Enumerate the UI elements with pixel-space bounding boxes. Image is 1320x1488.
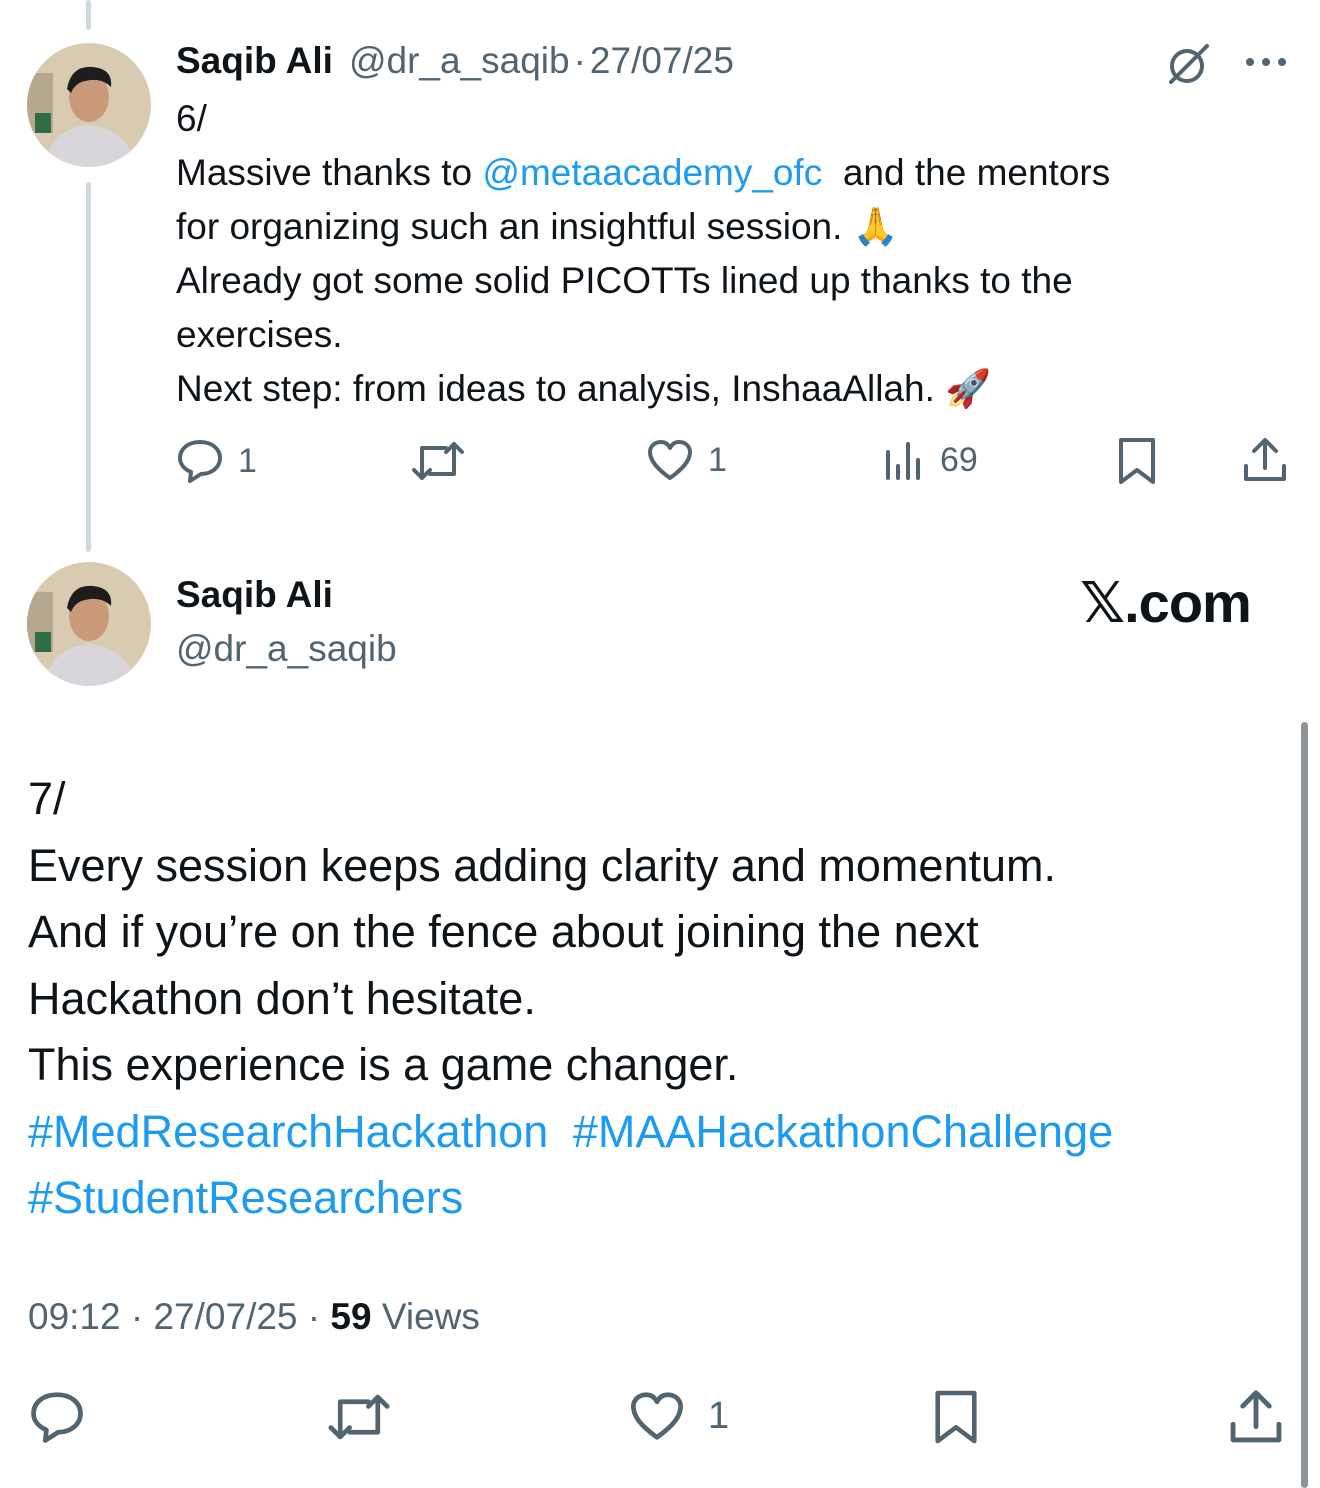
like-count: 1 <box>708 1394 730 1437</box>
reply-count: 1 <box>238 441 257 480</box>
thread-line-connector <box>86 182 91 552</box>
tweet1-separator: · <box>573 40 586 81</box>
bookmark-icon <box>935 1390 977 1444</box>
grok-icon[interactable] <box>1165 42 1213 91</box>
like-icon <box>648 440 692 480</box>
hashtag-line: #MedResearchHackathon #MAAHackathonChall… <box>28 1099 1288 1166</box>
reply-icon <box>178 440 222 483</box>
tweet2-text: 7/ Every session keeps adding clarity an… <box>28 766 1288 1232</box>
meta-separator: · <box>307 1296 321 1337</box>
tweet2-text-line: And if you’re on the fence about joining… <box>28 906 979 957</box>
tweet1-avatar[interactable] <box>27 43 151 167</box>
mention-link[interactable]: @metaacademy_ofc <box>482 152 822 193</box>
bookmark-icon <box>1119 438 1155 484</box>
meta-separator: · <box>130 1296 144 1337</box>
share-icon <box>1244 438 1286 481</box>
hashtag-link[interactable]: #MedResearchHackathon <box>28 1106 548 1157</box>
retweet-icon <box>412 442 464 480</box>
tweet1-text-line: Already got some solid PICOTTs lined up … <box>176 260 1073 301</box>
views-icon <box>886 442 920 480</box>
tweet1-text-line: for organizing such an insightful sessio… <box>176 206 899 247</box>
tweet2-text-line: Hackathon don’t hesitate. <box>28 972 536 1024</box>
tweet1-reply-button[interactable]: 1 <box>176 438 257 484</box>
tweet2-retweet-button[interactable] <box>326 1390 392 1444</box>
tweet2-like-button[interactable]: 1 <box>628 1390 729 1442</box>
thread-line-top <box>86 0 91 30</box>
tweet2-share-button[interactable] <box>1228 1388 1284 1446</box>
tweet1-text-segment: and the mentors <box>822 152 1111 193</box>
tweet1-text-line: Massive thanks to @metaacademy_ofc and t… <box>176 146 1286 200</box>
tweet1-date[interactable]: 27/07/25 <box>590 40 734 82</box>
tweet2-text-line: Every session keeps adding clarity and m… <box>28 839 1056 891</box>
x-com-logo: 𝕏.com <box>1080 571 1252 634</box>
tweet2-views-count: 59 <box>330 1296 372 1337</box>
tweet1-text-segment: Massive thanks to <box>176 152 483 193</box>
tweet1-text: 6/ Massive thanks to @metaacademy_ofc an… <box>176 92 1286 416</box>
like-icon <box>631 1392 683 1440</box>
tweet2-date[interactable]: 27/07/25 <box>153 1296 297 1337</box>
tweet2-bookmark-button[interactable] <box>932 1388 980 1446</box>
views-count: 69 <box>940 440 978 479</box>
tweet1-handle[interactable]: @dr_a_saqib <box>349 40 570 82</box>
retweet-icon <box>328 1394 390 1440</box>
tweet1-like-button[interactable]: 1 <box>646 438 727 482</box>
share-icon <box>1230 1390 1282 1443</box>
tweet2-author-name[interactable]: Saqib Ali <box>176 574 333 616</box>
tweet1-text-line: Next step: from ideas to analysis, Insha… <box>176 368 992 409</box>
tweet2-reply-button[interactable] <box>28 1390 86 1444</box>
avatar-photo <box>27 43 151 167</box>
tweet1-views-button[interactable]: 69 <box>882 438 978 482</box>
tweet2-text-line: This experience is a game changer. <box>28 1039 739 1090</box>
tweet2-text-line: 7/ <box>28 773 66 824</box>
hashtag-link[interactable]: #MAAHackathonChallenge <box>573 1106 1113 1157</box>
hashtag-link[interactable]: #StudentResearchers <box>28 1172 463 1223</box>
tweet2-avatar[interactable] <box>27 562 151 686</box>
avatar-photo <box>27 562 151 686</box>
tweet2-handle[interactable]: @dr_a_saqib <box>176 628 397 670</box>
tweet1-bookmark-button[interactable] <box>1116 436 1158 486</box>
hashtag-line: #StudentResearchers <box>28 1165 1288 1232</box>
tweet1-author-name[interactable]: Saqib Ali <box>176 40 333 82</box>
tweet2-meta: 09:12 · 27/07/25 · 59 Views <box>28 1296 480 1338</box>
like-count: 1 <box>708 440 727 479</box>
reply-icon <box>31 1392 83 1443</box>
tweet2-views-label: Views <box>381 1296 480 1337</box>
scrollbar[interactable] <box>1301 722 1308 1488</box>
more-options-icon[interactable] <box>1244 50 1288 79</box>
tweet2-time[interactable]: 09:12 <box>28 1296 121 1337</box>
tweet1-text-line: 6/ <box>176 98 207 139</box>
tweet1-header: Saqib Ali @dr_a_saqib · 27/07/25 <box>176 40 734 82</box>
tweet1-text-line: exercises. <box>176 314 343 355</box>
tweet1-share-button[interactable] <box>1242 436 1288 484</box>
tweet1-retweet-button[interactable] <box>410 438 466 484</box>
